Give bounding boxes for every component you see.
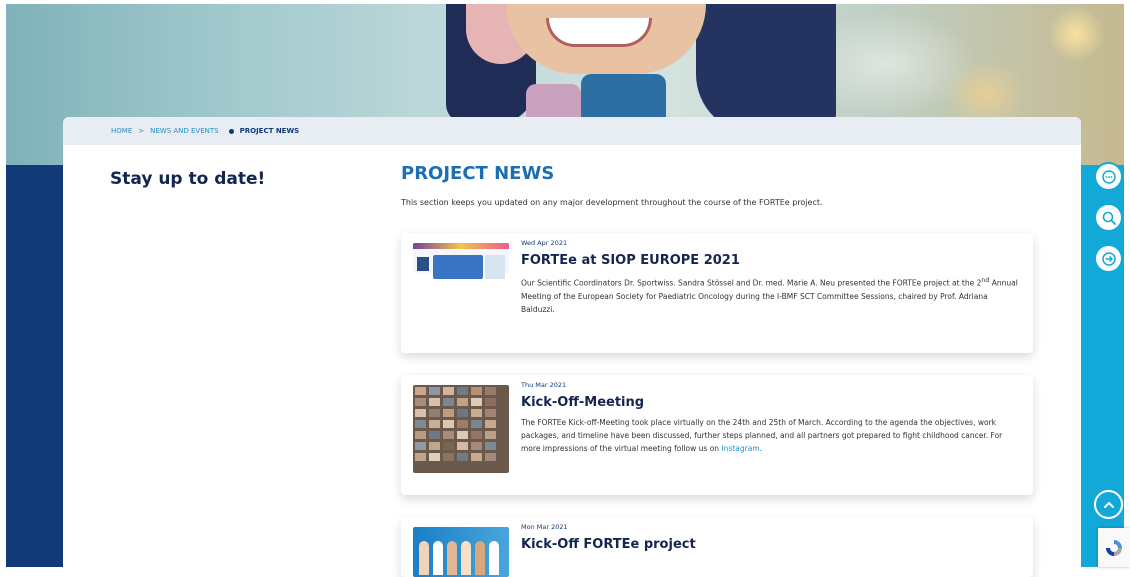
thumb-video-tile	[429, 442, 440, 450]
thumb-video-tile	[457, 387, 468, 395]
sidebar-title: Stay up to date!	[110, 169, 266, 189]
thumb-video-tile	[457, 442, 468, 450]
breadcrumb: HOME > NEWS AND EVENTS PROJECT NEWS	[63, 117, 1081, 145]
thumb-video-tile	[415, 453, 426, 461]
thumb-video-tile	[415, 398, 426, 406]
thumb-video-tile	[485, 420, 496, 428]
thumb-video-tile	[415, 420, 426, 428]
thumb-person	[447, 541, 457, 575]
thumb-video-tile	[471, 431, 482, 439]
thumb-video-tile	[415, 431, 426, 439]
news-title[interactable]: FORTEe at SIOP EUROPE 2021	[521, 253, 1021, 268]
news-thumbnail-kickoff-meeting[interactable]	[413, 385, 509, 473]
chat-icon	[1101, 169, 1116, 184]
login-button[interactable]	[1094, 244, 1123, 273]
news-date: Wed Apr 2021	[521, 239, 568, 247]
thumb-video-tile	[415, 387, 426, 395]
breadcrumb-news-and-events[interactable]: NEWS AND EVENTS	[150, 127, 218, 135]
thumb-video-tile	[485, 398, 496, 406]
news-date: Thu Mar 2021	[521, 381, 567, 389]
news-body: Mon Mar 2021 Kick-Off FORTEe project	[521, 523, 1021, 552]
left-navy-band	[6, 165, 64, 567]
recaptcha-badge[interactable]	[1098, 528, 1130, 567]
thumb-logo	[417, 257, 429, 271]
thumb-video-tile	[485, 387, 496, 395]
breadcrumb-dot-icon	[228, 128, 234, 134]
main-content: PROJECT NEWS This section keeps you upda…	[401, 163, 1061, 577]
page-title: PROJECT NEWS	[401, 163, 555, 184]
login-arrow-icon	[1101, 251, 1116, 266]
news-item-siop[interactable]: Wed Apr 2021 FORTEe at SIOP EUROPE 2021 …	[401, 233, 1033, 353]
thumb-video-tile	[429, 409, 440, 417]
news-body: Thu Mar 2021 Kick-Off-Meeting The FORTEe…	[521, 381, 1021, 455]
thumb-video-tile	[443, 409, 454, 417]
intro-text: This section keeps you updated on any ma…	[401, 198, 823, 207]
thumb-video-tile	[443, 442, 454, 450]
news-text: Our Scientific Coordinators Dr. Sportwis…	[521, 274, 1021, 316]
thumb-video-tile	[415, 442, 426, 450]
news-thumbnail-siop[interactable]	[413, 243, 509, 297]
news-item-kickoff-meeting[interactable]: Thu Mar 2021 Kick-Off-Meeting The FORTEe…	[401, 375, 1033, 495]
thumb-video-tile	[443, 398, 454, 406]
thumb-video-tile	[443, 453, 454, 461]
thumb-video-tile	[443, 420, 454, 428]
thumb-video-tile	[429, 398, 440, 406]
thumb-video-tile	[457, 398, 468, 406]
thumb-video-tile	[429, 387, 440, 395]
search-button[interactable]	[1094, 203, 1123, 232]
thumb-video-tile	[471, 420, 482, 428]
breadcrumb-separator: >	[138, 127, 145, 135]
thumb-video-tile	[457, 420, 468, 428]
instagram-link[interactable]: Instagram	[721, 444, 759, 453]
thumb-person	[461, 541, 471, 575]
thumb-video-tile	[485, 453, 496, 461]
news-text-part: Our Scientific Coordinators Dr. Sportwis…	[521, 278, 982, 288]
thumb-video-tile	[471, 387, 482, 395]
news-item-kickoff-project[interactable]: Mon Mar 2021 Kick-Off FORTEe project	[401, 517, 1033, 577]
thumb-video-tile	[457, 431, 468, 439]
content-card: HOME > NEWS AND EVENTS PROJECT NEWS Stay…	[63, 117, 1081, 577]
scroll-to-top-button[interactable]	[1094, 490, 1123, 519]
thumb-video-tile	[471, 398, 482, 406]
thumb-video-tile	[457, 409, 468, 417]
thumb-video-tile	[415, 409, 426, 417]
thumb-video-tile	[485, 409, 496, 417]
thumb-video-tile	[443, 387, 454, 395]
thumb-video-tile	[485, 431, 496, 439]
chevron-up-icon	[1103, 501, 1114, 508]
thumb-video-tile	[471, 409, 482, 417]
recaptcha-icon	[1106, 539, 1122, 556]
thumb-video-tile	[429, 453, 440, 461]
thumb-person	[475, 541, 485, 575]
news-body: Wed Apr 2021 FORTEe at SIOP EUROPE 2021 …	[521, 239, 1021, 316]
hero-jacket-right	[696, 4, 836, 134]
news-text: The FORTEe Kick-off-Meeting took place v…	[521, 416, 1021, 455]
thumb-video-tile	[485, 442, 496, 450]
hero-smile	[546, 18, 652, 47]
news-thumbnail-kickoff-project[interactable]	[413, 527, 509, 577]
news-text-part: .	[759, 444, 762, 453]
thumb-video-tile	[429, 431, 440, 439]
thumb-person	[433, 541, 443, 575]
thumb-person	[419, 541, 429, 575]
thumb-video-tile	[443, 431, 454, 439]
thumb-video-tile	[457, 453, 468, 461]
thumb-video-tile	[471, 442, 482, 450]
thumb-video-tile	[471, 453, 482, 461]
news-title[interactable]: Kick-Off-Meeting	[521, 395, 1021, 410]
thumb-person	[489, 541, 499, 575]
thumb-screen	[433, 255, 483, 279]
search-icon	[1102, 211, 1116, 225]
thumb-video-tile	[429, 420, 440, 428]
news-title[interactable]: Kick-Off FORTEe project	[521, 537, 1021, 552]
thumb-screen-side	[485, 255, 505, 279]
chat-button[interactable]	[1094, 162, 1123, 191]
news-date: Mon Mar 2021	[521, 523, 568, 531]
breadcrumb-home[interactable]: HOME	[111, 127, 132, 135]
thumb-banner	[413, 243, 509, 249]
breadcrumb-current: PROJECT NEWS	[239, 127, 300, 135]
